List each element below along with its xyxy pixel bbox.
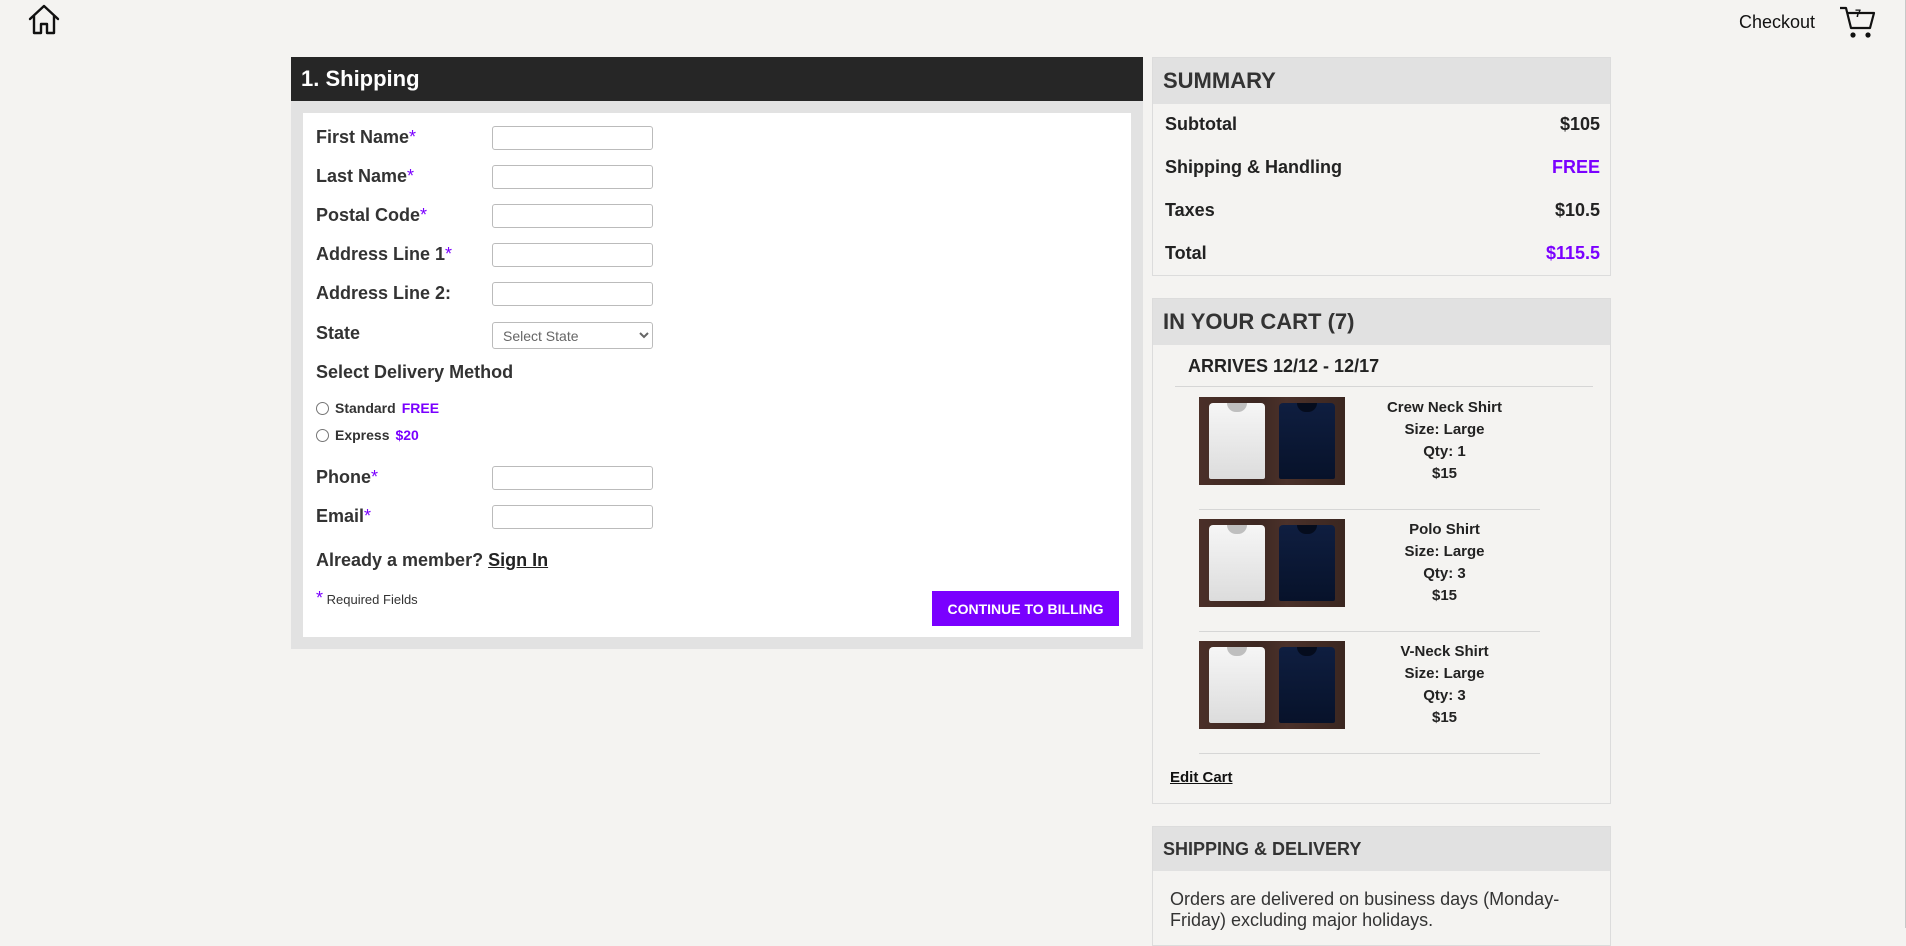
address-line1-input[interactable] xyxy=(492,243,653,267)
shipping-delivery-panel: SHIPPING & DELIVERY Orders are delivered… xyxy=(1152,826,1611,946)
address-line1-label: Address Line 1* xyxy=(316,244,453,264)
express-radio[interactable] xyxy=(316,428,329,442)
item-size: Size: Large xyxy=(1404,665,1485,682)
address-line2-input[interactable] xyxy=(492,282,653,306)
cart-panel: IN YOUR CART (7) ARRIVES 12/12 - 12/17 C… xyxy=(1152,298,1611,804)
state-label: State xyxy=(316,323,361,343)
shipping-delivery-text: Orders are delivered on business days (M… xyxy=(1170,889,1560,930)
delivery-option-express[interactable]: Express $20 xyxy=(316,427,419,443)
summary-title: SUMMARY xyxy=(1153,58,1610,104)
item-price: $15 xyxy=(1431,465,1458,482)
postal-code-label: Postal Code* xyxy=(316,205,428,225)
summary-row-total: Total $115.5 xyxy=(1165,243,1600,263)
summary-panel: SUMMARY Subtotal $105 Shipping & Handling… xyxy=(1152,57,1611,276)
email-input[interactable] xyxy=(492,505,653,529)
cart-item: Polo Shirt Size: Large Qty: 3 $15 xyxy=(1199,509,1540,632)
item-price: $15 xyxy=(1431,709,1458,726)
last-name-input[interactable] xyxy=(492,165,653,189)
summary-row-shipping: Shipping & Handling FREE xyxy=(1165,157,1600,177)
shipping-form: First Name* Last Name* Postal Code* Addr… xyxy=(303,113,1131,637)
cart-item: Crew Neck Shirt Size: Large Qty: 1 $15 xyxy=(1199,387,1540,510)
sign-in-link[interactable]: Sign In xyxy=(488,550,548,570)
first-name-input[interactable] xyxy=(492,126,653,150)
shipping-delivery-title: SHIPPING & DELIVERY xyxy=(1153,827,1610,871)
item-price: $15 xyxy=(1431,587,1458,604)
state-select[interactable]: Select State xyxy=(492,322,653,349)
item-qty: Qty: 3 xyxy=(1423,687,1466,704)
summary-row-subtotal: Subtotal $105 xyxy=(1165,114,1600,134)
cart-count-badge: 7 xyxy=(1855,8,1862,20)
shipping-panel: 1. Shipping First Name* Last Name* Posta… xyxy=(291,57,1143,649)
item-qty: Qty: 1 xyxy=(1423,443,1466,460)
phone-label: Phone* xyxy=(316,467,379,487)
delivery-method-heading: Select Delivery Method xyxy=(316,362,514,382)
email-label: Email* xyxy=(316,506,372,526)
item-name: Polo Shirt xyxy=(1409,521,1480,538)
cart-item: V-Neck Shirt Size: Large Qty: 3 $15 xyxy=(1199,631,1540,754)
shipping-title: 1. Shipping xyxy=(291,57,1143,101)
arrival-window: ARRIVES 12/12 - 12/17 xyxy=(1188,356,1380,376)
required-fields-note: * Required Fields xyxy=(316,588,418,608)
cart-title: IN YOUR CART (7) xyxy=(1153,299,1610,345)
item-size: Size: Large xyxy=(1404,543,1485,560)
item-name: V-Neck Shirt xyxy=(1400,643,1489,660)
last-name-label: Last Name* xyxy=(316,166,415,186)
address-line2-label: Address Line 2: xyxy=(316,283,452,303)
edit-cart-link[interactable]: Edit Cart xyxy=(1170,769,1233,786)
item-name: Crew Neck Shirt xyxy=(1386,399,1503,416)
item-size: Size: Large xyxy=(1404,421,1485,438)
delivery-option-standard[interactable]: Standard FREE xyxy=(316,400,439,416)
first-name-label: First Name* xyxy=(316,127,417,147)
product-image xyxy=(1199,397,1345,485)
checkout-link[interactable]: Checkout xyxy=(1739,12,1815,33)
item-qty: Qty: 3 xyxy=(1423,565,1466,582)
summary-row-taxes: Taxes $10.5 xyxy=(1165,200,1600,220)
cart-button[interactable]: 7 xyxy=(1838,4,1876,40)
product-image xyxy=(1199,519,1345,607)
phone-input[interactable] xyxy=(492,466,653,490)
home-icon[interactable] xyxy=(26,2,62,38)
continue-to-billing-button[interactable]: CONTINUE TO BILLING xyxy=(932,591,1119,626)
member-prompt: Already a member? Sign In xyxy=(316,550,549,570)
product-image xyxy=(1199,641,1345,729)
standard-radio[interactable] xyxy=(316,401,329,415)
postal-code-input[interactable] xyxy=(492,204,653,228)
